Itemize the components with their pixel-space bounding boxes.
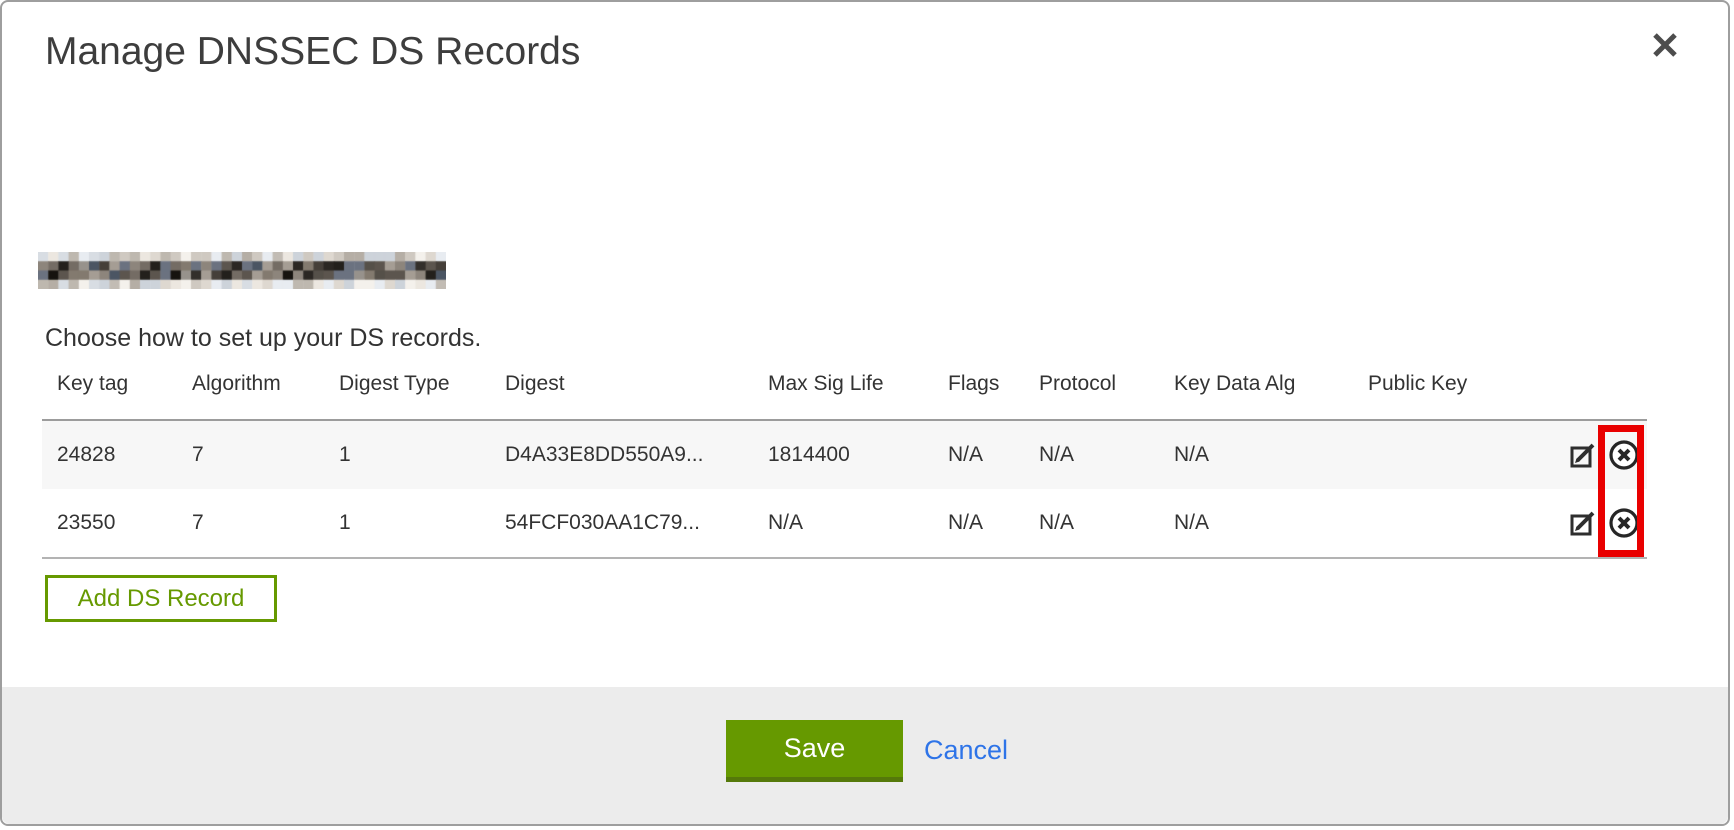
cell-flags: N/A bbox=[948, 489, 1039, 558]
column-header-actions bbox=[1542, 372, 1647, 420]
instruction-text: Choose how to set up your DS records. bbox=[45, 324, 481, 353]
edit-record-icon[interactable] bbox=[1568, 440, 1598, 470]
ds-records-table-wrap: Key tag Algorithm Digest Type Digest Max… bbox=[42, 372, 1647, 559]
cell-protocol: N/A bbox=[1039, 420, 1174, 489]
column-header-digest: Digest bbox=[505, 372, 768, 420]
cancel-link[interactable]: Cancel bbox=[924, 720, 1008, 782]
cell-digest-type: 1 bbox=[339, 420, 505, 489]
close-x-glyph bbox=[1648, 28, 1682, 62]
cell-algorithm: 7 bbox=[192, 420, 339, 489]
cell-max-sig-life: N/A bbox=[768, 489, 948, 558]
table-row: 23550 7 1 54FCF030AA1C79... N/A N/A N/A … bbox=[42, 489, 1647, 558]
edit-record-icon[interactable] bbox=[1568, 508, 1598, 538]
cell-key-data-alg: N/A bbox=[1174, 489, 1368, 558]
dialog-footer: Save Cancel bbox=[2, 687, 1728, 824]
cell-digest: D4A33E8DD550A9... bbox=[505, 420, 768, 489]
cell-key-data-alg: N/A bbox=[1174, 420, 1368, 489]
cell-digest-type: 1 bbox=[339, 489, 505, 558]
column-header-protocol: Protocol bbox=[1039, 372, 1174, 420]
column-header-algorithm: Algorithm bbox=[192, 372, 339, 420]
redacted-domain-name bbox=[38, 252, 446, 289]
cell-key-tag: 24828 bbox=[42, 420, 192, 489]
table-header-row: Key tag Algorithm Digest Type Digest Max… bbox=[42, 372, 1647, 420]
column-header-key-tag: Key tag bbox=[42, 372, 192, 420]
cell-actions bbox=[1542, 420, 1647, 489]
dialog-title: Manage DNSSEC DS Records bbox=[45, 30, 580, 74]
ds-records-table: Key tag Algorithm Digest Type Digest Max… bbox=[42, 372, 1647, 559]
column-header-max-sig-life: Max Sig Life bbox=[768, 372, 948, 420]
column-header-digest-type: Digest Type bbox=[339, 372, 505, 420]
manage-dnssec-dialog: Manage DNSSEC DS Records Choose how to s… bbox=[0, 0, 1730, 826]
save-button[interactable]: Save bbox=[726, 720, 903, 782]
cell-public-key bbox=[1368, 420, 1542, 489]
add-ds-record-button[interactable]: Add DS Record bbox=[45, 575, 277, 622]
cell-public-key bbox=[1368, 489, 1542, 558]
cell-digest: 54FCF030AA1C79... bbox=[505, 489, 768, 558]
delete-record-icon[interactable] bbox=[1607, 506, 1641, 540]
cell-algorithm: 7 bbox=[192, 489, 339, 558]
cell-max-sig-life: 1814400 bbox=[768, 420, 948, 489]
column-header-key-data-alg: Key Data Alg bbox=[1174, 372, 1368, 420]
table-row: 24828 7 1 D4A33E8DD550A9... 1814400 N/A … bbox=[42, 420, 1647, 489]
cell-actions bbox=[1542, 489, 1647, 558]
cell-flags: N/A bbox=[948, 420, 1039, 489]
cell-protocol: N/A bbox=[1039, 489, 1174, 558]
cell-key-tag: 23550 bbox=[42, 489, 192, 558]
delete-record-icon[interactable] bbox=[1607, 438, 1641, 472]
column-header-flags: Flags bbox=[948, 372, 1039, 420]
close-icon[interactable] bbox=[1648, 28, 1682, 62]
column-header-public-key: Public Key bbox=[1368, 372, 1542, 420]
